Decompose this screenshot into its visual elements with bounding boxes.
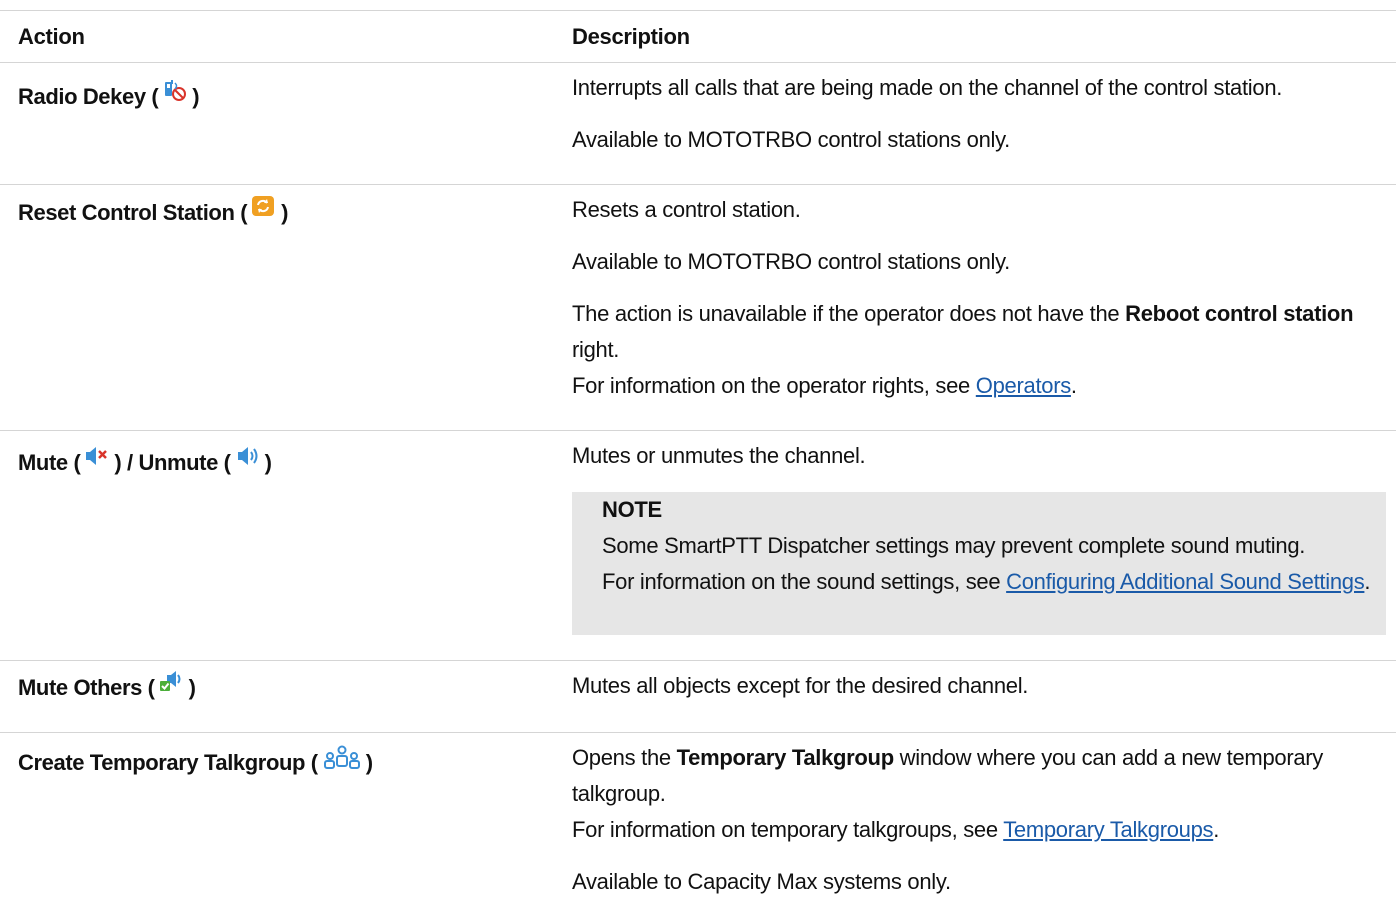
operators-link[interactable]: Operators bbox=[976, 373, 1071, 398]
speaker-icon bbox=[235, 445, 261, 469]
action-create-temporary-talkgroup: Create Temporary Talkgroup ( ) bbox=[18, 745, 373, 776]
desc-mute-unmute: Mutes or unmutes the channel. bbox=[572, 443, 866, 468]
mute-others-icon bbox=[159, 670, 185, 694]
action-radio-dekey: Radio Dekey ( ) bbox=[18, 80, 200, 110]
row-rule bbox=[0, 430, 1396, 431]
note-title: NOTE bbox=[602, 497, 662, 522]
column-header-action: Action bbox=[18, 24, 85, 49]
speaker-muted-icon bbox=[84, 445, 110, 469]
header-rule bbox=[0, 62, 1396, 63]
temporary-talkgroups-link[interactable]: Temporary Talkgroups bbox=[1003, 817, 1213, 842]
action-mute-others: Mute Others ( ) bbox=[18, 671, 196, 701]
talkgroup-icon bbox=[322, 745, 362, 769]
reset-icon bbox=[251, 195, 277, 219]
action-reset-control-station: Reset Control Station ( ) bbox=[18, 196, 288, 226]
desc-create-temporary-talkgroup: Opens the Temporary Talkgroup window whe… bbox=[572, 745, 1324, 894]
desc-reset-control-station: Resets a control station. Available to M… bbox=[572, 197, 1354, 398]
desc-mute-others: Mutes all objects except for the desired… bbox=[572, 673, 1029, 698]
sound-settings-link[interactable]: Configuring Additional Sound Settings bbox=[1006, 569, 1365, 594]
row-rule bbox=[0, 184, 1396, 185]
row-rule bbox=[0, 660, 1396, 661]
action-mute-unmute: Mute ( ) / Unmute ( ) bbox=[18, 447, 272, 476]
note-box: NOTE Some SmartPTT Dispatcher settings m… bbox=[572, 492, 1386, 635]
radio-dekey-icon bbox=[162, 79, 188, 103]
table-top-rule bbox=[0, 10, 1396, 11]
column-header-description: Description bbox=[572, 24, 690, 49]
row-rule bbox=[0, 732, 1396, 733]
desc-radio-dekey: Interrupts all calls that are being made… bbox=[572, 75, 1283, 152]
